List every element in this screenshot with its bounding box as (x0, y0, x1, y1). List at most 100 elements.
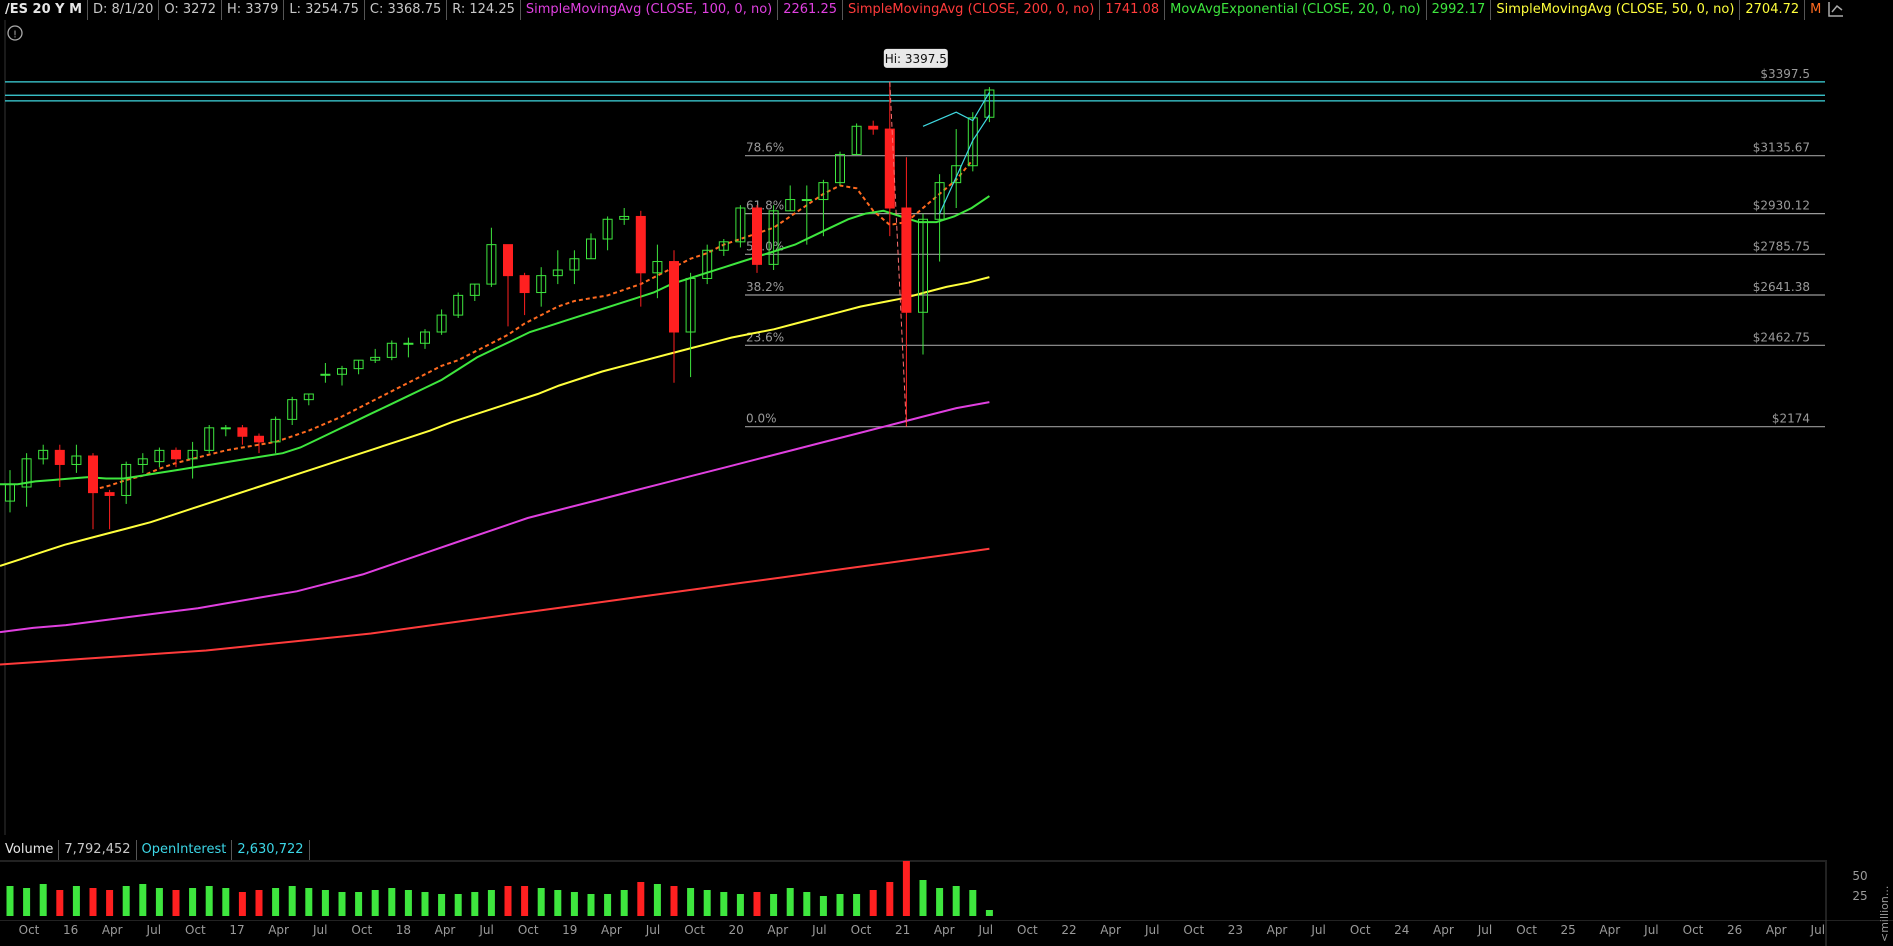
volume-bar[interactable] (56, 890, 64, 916)
candle-body[interactable] (237, 427, 248, 437)
volume-bar[interactable] (438, 894, 446, 916)
volume-bar[interactable] (139, 884, 147, 916)
volume-bar[interactable] (554, 890, 562, 916)
volume-bar[interactable] (288, 886, 296, 916)
trend-channel-line[interactable] (922, 92, 990, 127)
candle-body[interactable] (801, 199, 812, 202)
symbol-label[interactable]: /ES 20 Y M (0, 0, 89, 20)
volume-bar[interactable] (703, 890, 711, 916)
moving-average-line[interactable] (92, 159, 974, 491)
volume-bar[interactable] (504, 886, 512, 916)
candle-body[interactable] (669, 261, 679, 333)
candle-body[interactable] (519, 275, 530, 294)
volume-bar[interactable] (620, 890, 628, 916)
volume-bar[interactable] (355, 892, 363, 916)
date-label: D: 8/1/20 (88, 0, 160, 20)
x-tick-label: Apr (1433, 923, 1454, 937)
volume-bar[interactable] (969, 890, 977, 916)
volume-bar[interactable] (819, 896, 827, 916)
volume-bar[interactable] (388, 888, 396, 916)
volume-bar[interactable] (604, 894, 612, 916)
volume-bar[interactable] (471, 892, 479, 916)
volume-bar[interactable] (23, 888, 31, 916)
volume-bar[interactable] (39, 884, 47, 916)
volume-bar[interactable] (6, 886, 14, 916)
moving-average-line[interactable] (0, 276, 990, 567)
study-sma100-label[interactable]: SimpleMovingAvg (CLOSE, 100, 0, no) (521, 0, 779, 20)
candle-body[interactable] (54, 449, 65, 465)
volume-bar[interactable] (653, 884, 661, 916)
volume-bar[interactable] (919, 880, 927, 916)
candle-body[interactable] (752, 207, 762, 265)
open-interest-label[interactable]: OpenInterest (137, 840, 233, 860)
volume-bar[interactable] (155, 888, 163, 916)
candle-body[interactable] (503, 244, 513, 277)
candle-body[interactable] (635, 215, 646, 274)
trend-channel-line[interactable] (939, 114, 990, 214)
study-ema20-label[interactable]: MovAvgExponential (CLOSE, 20, 0, no) (1165, 0, 1427, 20)
moving-average-line[interactable] (0, 547, 990, 666)
candle-body[interactable] (171, 449, 181, 460)
volume-bar[interactable] (106, 890, 114, 916)
volume-bar[interactable] (985, 910, 993, 916)
volume-bar[interactable] (670, 886, 678, 916)
volume-bar[interactable] (902, 861, 910, 916)
volume-bar[interactable] (222, 888, 230, 916)
volume-bar[interactable] (720, 892, 728, 916)
study-sma50-label[interactable]: SimpleMovingAvg (CLOSE, 50, 0, no) (1491, 0, 1741, 20)
volume-bar[interactable] (836, 894, 844, 916)
volume-bar[interactable] (770, 894, 778, 916)
x-tick-label: Jul (645, 923, 660, 937)
volume-bar[interactable] (122, 886, 130, 916)
candle-body[interactable] (220, 427, 231, 430)
moving-average-line[interactable] (0, 401, 990, 634)
candle-body[interactable] (88, 455, 98, 494)
volume-bar[interactable] (454, 894, 462, 916)
volume-bar[interactable] (172, 890, 180, 916)
volume-bar[interactable] (886, 882, 894, 916)
study-sma50-value: 2704.72 (1740, 0, 1806, 20)
moving-average-line[interactable] (0, 195, 990, 486)
volume-bar[interactable] (189, 888, 197, 916)
volume-bar[interactable] (305, 888, 313, 916)
volume-bar[interactable] (238, 892, 246, 916)
volume-bar[interactable] (869, 890, 877, 916)
volume-bar[interactable] (487, 890, 495, 916)
volume-bar[interactable] (537, 888, 545, 916)
volume-bar[interactable] (637, 882, 645, 916)
volume-bar[interactable] (371, 890, 379, 916)
volume-bar[interactable] (570, 892, 578, 916)
volume-bar[interactable] (272, 888, 280, 916)
price-chart[interactable]: 0.0% $217423.6% $2462.7538.2% $2641.3850.0%… (0, 20, 1825, 835)
volume-bar[interactable] (952, 886, 960, 916)
candle-body[interactable] (104, 492, 115, 496)
study-ema8-label[interactable]: MovAvgExponential (CLOSE, 8, 0, no) (1805, 0, 1822, 20)
volume-bar[interactable] (803, 892, 811, 916)
candle-body[interactable] (901, 207, 912, 313)
candle-body[interactable] (254, 435, 264, 443)
time-axis[interactable]: Oct 16 Apr Jul Oct 17 Apr Jul Oct 18 Apr Jul Oct 19 Ap… (0, 920, 1893, 940)
volume-label[interactable]: Volume (0, 840, 60, 860)
volume-bar[interactable] (89, 888, 97, 916)
volume-bar[interactable] (786, 888, 794, 916)
settings-icon[interactable] (1823, 0, 1849, 20)
candle-body[interactable] (320, 373, 331, 376)
volume-bar[interactable] (72, 886, 80, 916)
volume-bar[interactable] (736, 894, 744, 916)
volume-bar[interactable] (338, 892, 346, 916)
low-label: L: 3254.75 (284, 0, 365, 20)
volume-bar[interactable] (255, 890, 263, 916)
volume-bar[interactable] (404, 890, 412, 916)
study-sma200-label[interactable]: SimpleMovingAvg (CLOSE, 200, 0, no) (843, 0, 1101, 20)
volume-bar[interactable] (753, 892, 761, 916)
candle-body[interactable] (868, 125, 879, 130)
volume-bar[interactable] (936, 888, 944, 916)
candle-body[interactable] (403, 342, 414, 345)
volume-bar[interactable] (853, 894, 861, 916)
volume-bar[interactable] (321, 890, 329, 916)
volume-bar[interactable] (421, 892, 429, 916)
volume-bar[interactable] (521, 886, 529, 916)
volume-bar[interactable] (687, 888, 695, 916)
volume-bar[interactable] (587, 894, 595, 916)
volume-bar[interactable] (205, 886, 213, 916)
